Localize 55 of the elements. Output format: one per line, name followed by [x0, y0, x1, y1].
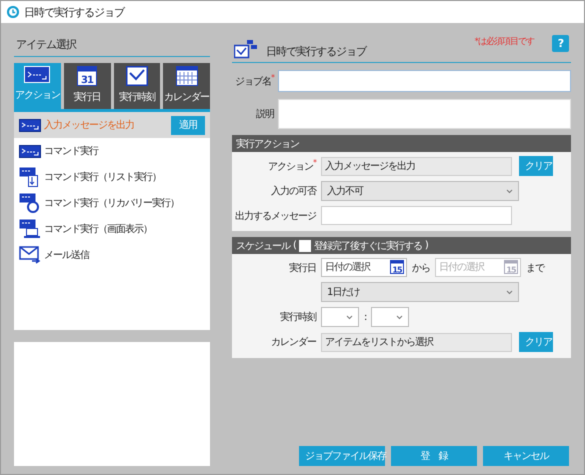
dropdown[interactable]: 1日だけ [321, 282, 519, 302]
minute-dropdown[interactable] [371, 307, 410, 327]
connector-text: から [412, 262, 430, 274]
checkbox[interactable] [298, 240, 311, 252]
form-title: 日時で実行するジョブ [266, 44, 368, 59]
terminal-icon [19, 118, 41, 132]
calendar-icon: 31 [77, 66, 98, 86]
field-label: 入力の可否 [270, 184, 316, 198]
description-field[interactable] [278, 99, 571, 129]
chevron-down-icon [346, 314, 353, 320]
field-label: 実行日 [288, 262, 316, 274]
required-note: *は必須項目です [474, 36, 534, 48]
tab[interactable]: カレンダー [163, 63, 210, 109]
paren: ) [424, 240, 428, 251]
tab[interactable]: 実行時刻 [114, 63, 160, 109]
envelope-icon [19, 246, 41, 264]
calendar-grid-icon [176, 66, 198, 86]
section-title: スケジュール [236, 240, 290, 252]
chevron-down-icon [396, 314, 404, 320]
field-label: 実行時刻 [279, 310, 316, 324]
terminal-monitor-icon [19, 219, 41, 239]
chevron-down-icon [506, 290, 513, 294]
app-logo-icon [7, 6, 19, 18]
time-separator: : [364, 312, 366, 322]
action-item[interactable]: コマンド実行（画面表示） [14, 216, 210, 242]
window-title: 日時で実行するジョブ [24, 4, 124, 20]
checkbox-label: 登録完了後すぐに実行する [314, 240, 422, 252]
job-schedule-icon [234, 39, 258, 59]
chevron-down-icon [506, 188, 513, 194]
tab[interactable]: 31 実行日 [64, 63, 110, 109]
field-label: アクション$^{*}$ [267, 158, 316, 174]
action-item[interactable]: コマンド実行（リカバリー実行） [14, 190, 210, 216]
action-item[interactable]: コマンド実行 [14, 138, 210, 164]
calendar-icon: 15 [504, 260, 518, 274]
terminal-icon [24, 66, 50, 84]
text-field[interactable]: 入力メッセージを出力 [321, 156, 512, 176]
connector-text: まで [526, 262, 544, 274]
dropdown[interactable]: 入力不可 [321, 181, 519, 201]
text-field[interactable] [321, 206, 512, 225]
terminal-gear-icon [19, 193, 41, 213]
action-item[interactable]: メール送信 [14, 242, 210, 268]
terminal-list-icon [19, 167, 41, 187]
field-label: 説明 [255, 108, 274, 121]
panel-title: アイテム選択 [15, 37, 78, 53]
job-name-field[interactable] [278, 70, 571, 92]
field-label: ジョブ名$^{*}$ [234, 73, 274, 89]
calendar-icon: 15 [390, 260, 404, 274]
terminal-icon [19, 144, 41, 158]
section-title: 実行アクション [236, 138, 299, 150]
field-label: 出力するメッセージ [234, 210, 316, 222]
field-label: カレンダー [270, 336, 316, 349]
action-item[interactable]: コマンド実行（リスト実行） [14, 164, 210, 190]
text-field[interactable]: アイテムをリストから選択 [321, 332, 512, 352]
paren: ( [293, 240, 296, 251]
hour-dropdown[interactable] [321, 307, 359, 327]
